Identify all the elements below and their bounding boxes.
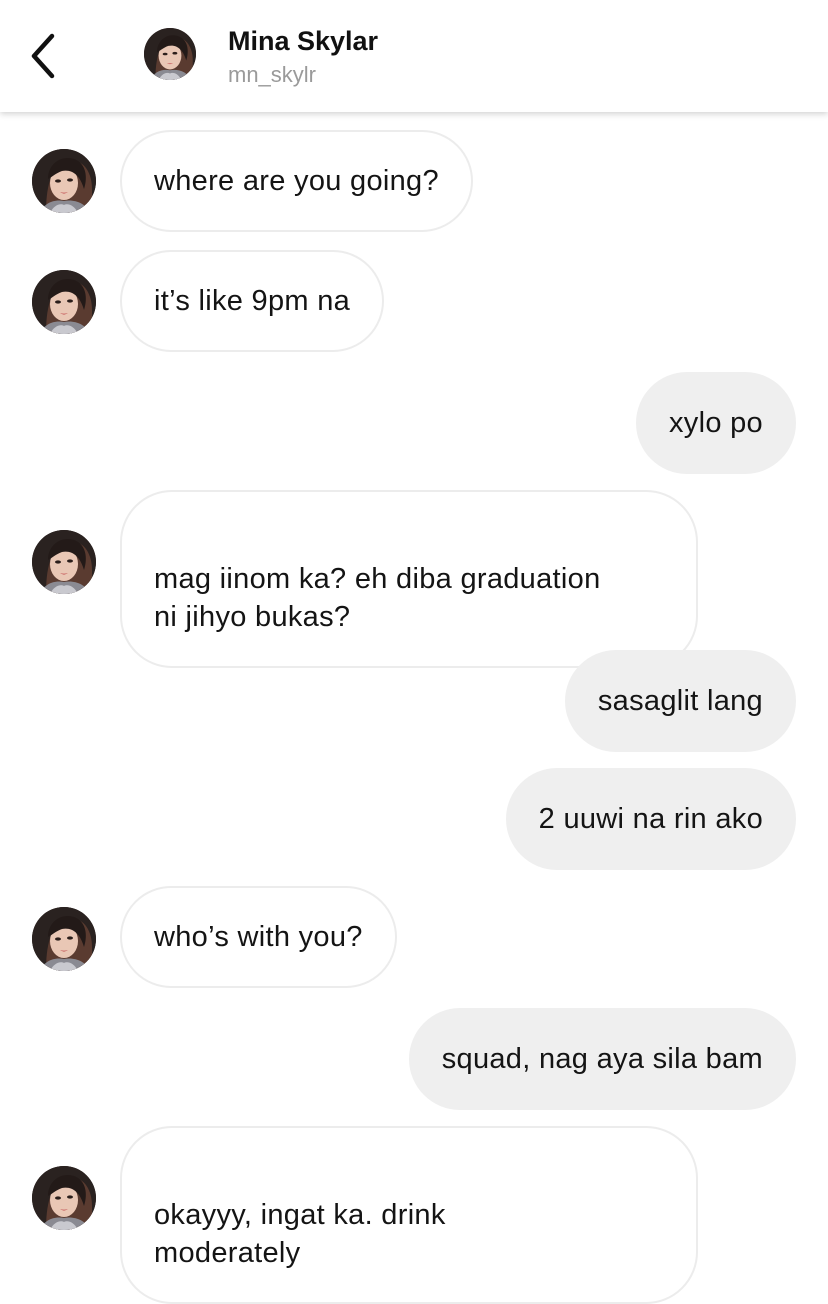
back-button[interactable] xyxy=(18,28,68,84)
message-text: xylo po xyxy=(669,407,763,439)
outgoing-message-bubble[interactable]: 2 uuwi na rin ako xyxy=(505,768,796,870)
conversation-header: Mina Skylar mn_skylr xyxy=(0,0,828,112)
message-text: mag iinom ka? eh diba graduation ni jihy… xyxy=(154,563,601,633)
sender-avatar[interactable] xyxy=(32,907,96,971)
message-text: it’s like 9pm na xyxy=(154,285,351,317)
message-text: where are you going? xyxy=(154,165,439,197)
incoming-message-bubble[interactable]: mag iinom ka? eh diba graduation ni jihy… xyxy=(120,490,698,668)
sender-avatar[interactable] xyxy=(32,270,96,334)
sender-avatar[interactable] xyxy=(32,530,96,594)
message-text: squad, nag aya sila bam xyxy=(441,1043,763,1075)
message-thread[interactable]: where are you going? it’s like 9pm na xy… xyxy=(0,112,828,1304)
message-text: sasaglit lang xyxy=(597,685,763,717)
avatar[interactable] xyxy=(144,28,196,80)
message-text: 2 uuwi na rin ako xyxy=(538,803,763,835)
message-text: okayyy, ingat ka. drink moderately xyxy=(154,1199,446,1269)
sender-avatar[interactable] xyxy=(32,149,96,213)
outgoing-message-bubble[interactable]: sasaglit lang xyxy=(564,650,796,752)
incoming-message-bubble[interactable]: it’s like 9pm na xyxy=(120,250,385,352)
contact-handle: mn_skylr xyxy=(228,62,317,87)
incoming-message-bubble[interactable]: where are you going? xyxy=(120,130,473,232)
contact-name[interactable]: Mina Skylar xyxy=(228,26,378,57)
incoming-message-bubble[interactable]: okayyy, ingat ka. drink moderately xyxy=(120,1126,698,1304)
chevron-left-icon xyxy=(31,33,55,79)
sender-avatar[interactable] xyxy=(32,1166,96,1230)
outgoing-message-bubble[interactable]: xylo po xyxy=(636,372,796,474)
outgoing-message-bubble[interactable]: squad, nag aya sila bam xyxy=(408,1008,796,1110)
message-text: who’s with you? xyxy=(154,921,363,953)
incoming-message-bubble[interactable]: who’s with you? xyxy=(120,886,397,988)
